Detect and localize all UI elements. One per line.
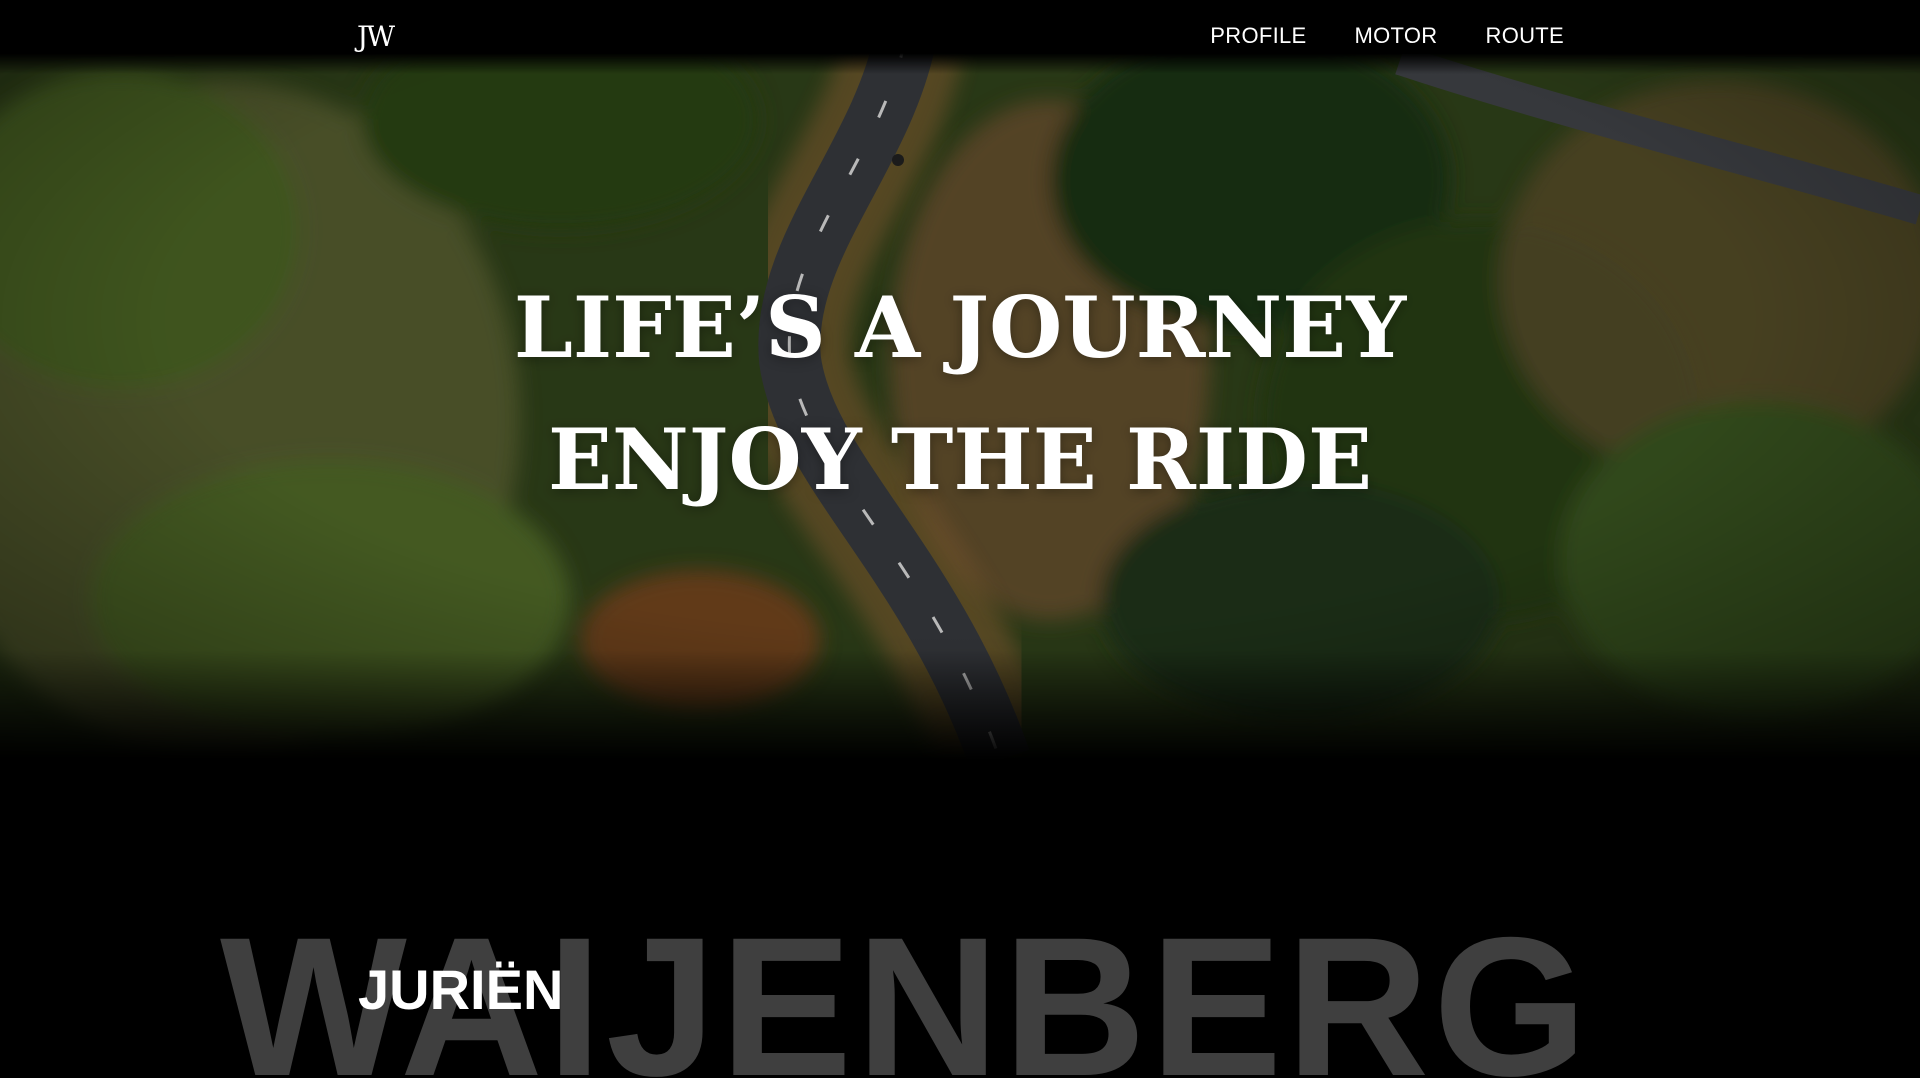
name-section: WAIJENBERG JURIËN	[0, 760, 1920, 1078]
logo-link[interactable]: JW	[357, 20, 395, 53]
top-navigation-bar: JW PROFILE MOTOR ROUTE	[0, 0, 1920, 74]
nav-link-profile[interactable]: PROFILE	[1210, 23, 1306, 49]
hero-headline: LIFE’S A JOURNEY ENJOY THE RIDE	[0, 262, 1920, 526]
hero-bottom-fade	[0, 650, 1920, 760]
headline-line-1: LIFE’S A JOURNEY	[513, 278, 1407, 377]
hero-section: LIFE’S A JOURNEY ENJOY THE RIDE	[0, 0, 1920, 760]
nav-link-route[interactable]: ROUTE	[1486, 23, 1565, 49]
main-nav: PROFILE MOTOR ROUTE	[1210, 23, 1564, 49]
nav-link-motor[interactable]: MOTOR	[1355, 23, 1438, 49]
headline-line-2: ENJOY THE RIDE	[547, 410, 1373, 509]
firstname-text: JURIËN	[358, 958, 564, 1021]
